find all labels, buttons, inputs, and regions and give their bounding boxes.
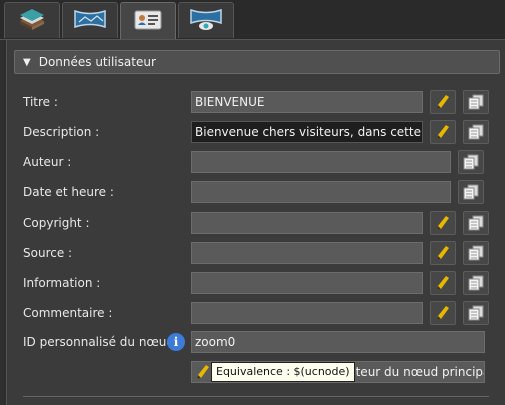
copy-icon: [468, 215, 484, 231]
tab-panorama[interactable]: [62, 2, 118, 38]
section-title: Données utilisateur: [38, 55, 156, 69]
date-label: Date et heure :: [23, 185, 114, 199]
description-field[interactable]: Bienvenue chers visiteurs, dans cette vi…: [191, 121, 423, 143]
source-field[interactable]: [191, 242, 423, 264]
copy-icon: [468, 275, 484, 291]
copy-icon: [463, 154, 479, 170]
commentaire-field[interactable]: [191, 302, 423, 324]
copyright-copy-button[interactable]: [463, 211, 489, 235]
pencil-icon: [437, 216, 449, 230]
copy-icon: [463, 184, 479, 200]
copyright-label: Copyright :: [23, 216, 90, 230]
tab-user-data-library[interactable]: [4, 2, 60, 38]
pencil-icon: [437, 95, 449, 109]
titre-field[interactable]: BIENVENUE: [191, 91, 423, 113]
info-icon[interactable]: i: [167, 333, 185, 351]
description-copy-button[interactable]: [463, 120, 489, 144]
source-copy-button[interactable]: [463, 241, 489, 265]
information-label: Information :: [23, 276, 101, 290]
section-header-user-data[interactable]: ▼ Données utilisateur: [14, 50, 500, 74]
titre-edit-button[interactable]: [430, 90, 456, 114]
bottom-divider: [23, 396, 489, 397]
titre-copy-button[interactable]: [463, 90, 489, 114]
auteur-copy-button[interactable]: [458, 150, 484, 174]
pencil-icon: [196, 364, 210, 383]
pencil-icon: [437, 306, 449, 320]
commentaire-copy-button[interactable]: [463, 301, 489, 325]
book-stack-icon: [17, 7, 47, 34]
copyright-edit-button[interactable]: [430, 211, 456, 235]
equivalence-tooltip: Equivalence : $(ucnode): [211, 362, 355, 382]
description-edit-button[interactable]: [430, 120, 456, 144]
copy-icon: [468, 94, 484, 110]
pencil-icon: [437, 125, 449, 139]
tab-bar: [0, 0, 505, 40]
tab-panorama-view[interactable]: [178, 2, 234, 38]
node-id-field[interactable]: zoom0: [191, 331, 485, 353]
panorama-view-icon: [189, 7, 223, 34]
tab-user-data[interactable]: [120, 2, 176, 40]
copy-icon: [468, 124, 484, 140]
description-label: Description :: [23, 125, 100, 139]
copy-icon: [468, 245, 484, 261]
collapse-triangle-icon: ▼: [23, 56, 31, 68]
source-edit-button[interactable]: [430, 241, 456, 265]
source-label: Source :: [23, 246, 73, 260]
titre-label: Titre :: [23, 95, 58, 109]
information-field[interactable]: [191, 272, 423, 294]
auteur-label: Auteur :: [23, 155, 72, 169]
date-field[interactable]: [191, 181, 451, 203]
pencil-icon: [437, 276, 449, 290]
node-id-label: ID personnalisé du nœud :: [23, 335, 182, 349]
commentaire-label: Commentaire :: [23, 306, 113, 320]
commentaire-edit-button[interactable]: [430, 301, 456, 325]
id-card-icon: [133, 9, 163, 34]
information-copy-button[interactable]: [463, 271, 489, 295]
pencil-icon: [437, 246, 449, 260]
copy-icon: [468, 305, 484, 321]
auteur-field[interactable]: [191, 151, 451, 173]
panorama-icon: [73, 8, 107, 33]
date-copy-button[interactable]: [458, 180, 484, 204]
copyright-field[interactable]: [191, 212, 423, 234]
information-edit-button[interactable]: [430, 271, 456, 295]
use-main-node-id-label: sateur du nœud principal: [342, 365, 485, 379]
